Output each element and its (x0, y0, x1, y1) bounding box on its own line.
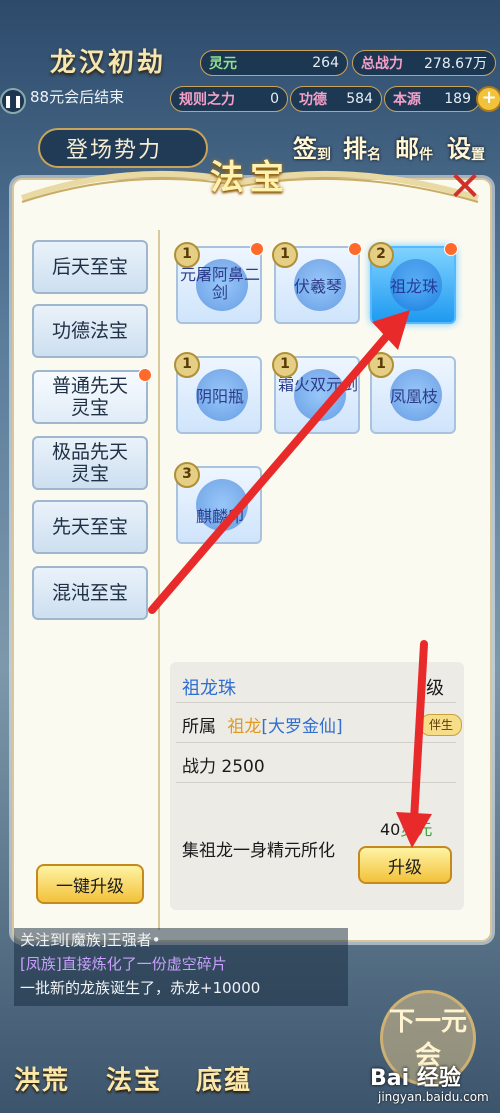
stat-lingyuan: 灵元 264 (200, 50, 348, 76)
panel-title: 法宝 (210, 158, 290, 198)
category-tab[interactable]: 先天至宝 (32, 500, 148, 554)
one-key-upgrade-button[interactable]: 一键升级 (36, 864, 144, 904)
stat-rule-power: 规则之力 0 (170, 86, 288, 112)
notification-dot (348, 242, 362, 256)
add-icon[interactable]: + (476, 86, 500, 112)
treasure-item[interactable]: 伏羲琴 1 (272, 242, 362, 324)
companion-badge: 伴生 (420, 714, 462, 736)
event-log: 关注到[魔族]王强者• [凤族]直接炼化了一份虚空碎片 一批新的龙族诞生了，赤龙… (14, 928, 348, 1006)
stat-merit: 功德 584 (290, 86, 382, 112)
power-row: 战力 2500 (182, 757, 265, 777)
watermark-logo: Bai 经验 (370, 1066, 461, 1091)
treasure-item[interactable]: 凤凰枝 1 (368, 352, 456, 434)
nav-treasure[interactable]: 法宝 (106, 1060, 182, 1106)
notification-dot (138, 368, 152, 382)
detail-description: 集祖龙一身精元所化 (182, 841, 335, 861)
upgrade-button[interactable]: 升级 (358, 846, 452, 884)
category-tab[interactable]: 混沌至宝 (32, 566, 148, 620)
treasure-item[interactable]: 麒麟印 3 (174, 462, 262, 544)
category-tab[interactable]: 后天至宝 (32, 240, 148, 294)
stat-origin: 本源 189 (384, 86, 480, 112)
notification-dot (250, 242, 264, 256)
treasure-item[interactable]: 元屠阿鼻二剑 1 (174, 242, 264, 324)
category-tab[interactable]: 极品先天灵宝 (32, 436, 148, 490)
row-divider (176, 702, 456, 703)
era-title: 龙汉初劫 (50, 48, 167, 78)
upgrade-cost: 40灵元 (380, 820, 433, 839)
log-line: 关注到[魔族]王强者• (20, 931, 161, 949)
nav-honghuang[interactable]: 洪荒 (14, 1060, 90, 1106)
detail-level: 级 (426, 678, 444, 699)
category-tab[interactable]: 功德法宝 (32, 304, 148, 358)
row-divider (176, 782, 456, 783)
row-divider (176, 742, 456, 743)
close-icon[interactable]: ✕ (446, 167, 484, 207)
era-countdown: 88元会后结束 (30, 88, 125, 106)
treasure-item[interactable]: 阴阳瓶 1 (174, 352, 262, 434)
pause-icon[interactable]: ❚❚ (0, 88, 26, 114)
category-tab-selected[interactable]: 普通先天灵宝 (32, 370, 148, 424)
notification-dot (444, 242, 458, 256)
log-line: [凤族]直接炼化了一份虚空碎片 (20, 955, 227, 973)
log-line: 一批新的龙族诞生了，赤龙+10000 (20, 979, 261, 997)
stat-total-power: 总战力 278.67万 (352, 50, 496, 76)
detail-name: 祖龙珠 (182, 678, 236, 699)
nav-heritage[interactable]: 底蕴 (196, 1060, 272, 1106)
panel-divider (158, 230, 160, 930)
watermark-url: jingyan.baidu.com (378, 1090, 489, 1104)
treasure-item-selected[interactable]: 祖龙珠 2 (368, 242, 458, 324)
treasure-item[interactable]: 霜火双元剑 1 (272, 352, 360, 434)
owner-row: 所属 祖龙[大罗金仙] (182, 717, 343, 737)
